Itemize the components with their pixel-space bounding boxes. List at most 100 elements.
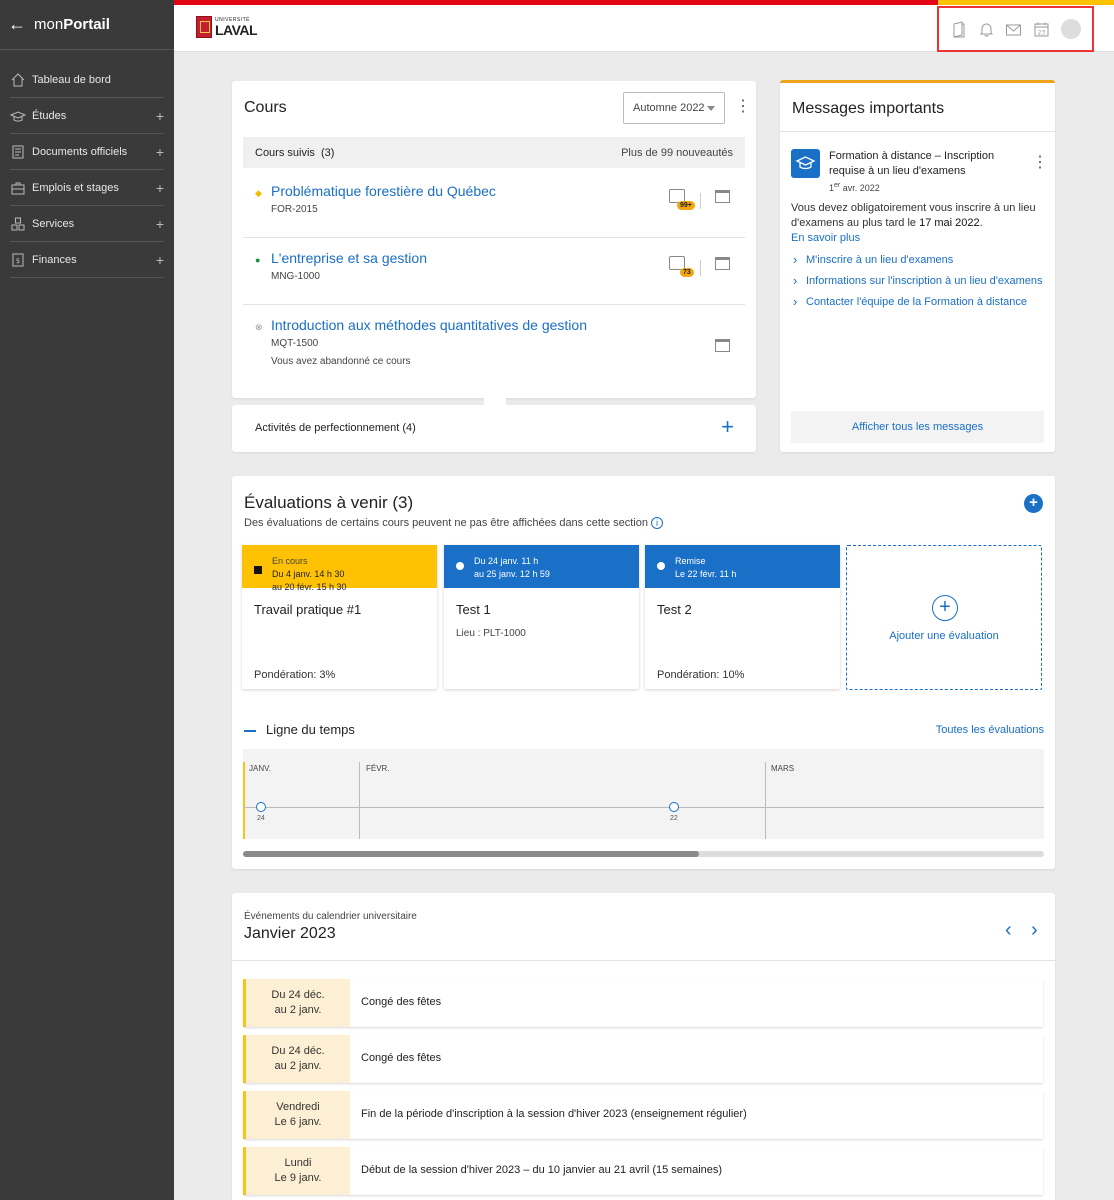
timeline-day: 22 bbox=[670, 815, 678, 822]
view-all-messages-button[interactable]: Afficher tous les messages bbox=[791, 411, 1044, 443]
event-date-line2: au 2 janv. bbox=[274, 1004, 322, 1016]
course-row: ⊗ Introduction aux méthodes quantitative… bbox=[243, 305, 745, 397]
timeline-scrollbar[interactable] bbox=[243, 851, 1044, 857]
evaluation-date-start: Du 24 janv. 11 h bbox=[474, 556, 539, 566]
timeline-point[interactable] bbox=[256, 802, 266, 812]
portal-brand[interactable]: monPortail bbox=[34, 16, 110, 33]
finance-icon: $ bbox=[12, 253, 24, 266]
graduation-cap-icon bbox=[791, 149, 820, 178]
evaluation-weight: Pondération: 10% bbox=[657, 669, 745, 681]
university-logo[interactable]: UNIVERSITÉ LAVAL bbox=[196, 16, 258, 38]
evaluation-name: Test 2 bbox=[657, 602, 692, 617]
expand-icon[interactable]: + bbox=[156, 252, 164, 268]
bell-icon[interactable] bbox=[978, 21, 995, 38]
month-divider bbox=[359, 762, 360, 839]
event-text: Congé des fêtes bbox=[361, 1052, 442, 1064]
course-code: MNG-1000 bbox=[271, 271, 320, 282]
all-evaluations-link[interactable]: Toutes les évaluations bbox=[936, 724, 1044, 736]
calendar-event[interactable]: Du 24 déc. au 2 janv. Congé des fêtes bbox=[243, 1035, 1043, 1083]
calendar-icon[interactable]: 23 bbox=[1033, 21, 1050, 38]
sidebar-item-label: Emplois et stages bbox=[32, 181, 119, 194]
calendar-icon[interactable] bbox=[715, 339, 730, 352]
link-exam-info[interactable]: Informations sur l'inscription à un lieu… bbox=[791, 273, 1046, 289]
link-register-exam[interactable]: M'inscrire à un lieu d'examens bbox=[791, 252, 1046, 268]
evaluations-subtitle: Des évaluations de certains cours peuven… bbox=[244, 517, 663, 529]
calendar-event[interactable]: Vendredi Le 6 janv. Fin de la période d'i… bbox=[243, 1091, 1043, 1139]
evaluation-card[interactable]: Du 24 janv. 11 h au 25 janv. 12 h 59 Tes… bbox=[444, 545, 639, 689]
more-options-icon[interactable]: ⋮ bbox=[735, 99, 751, 115]
activities-card[interactable]: Activités de perfectionnement (4) + bbox=[232, 405, 756, 452]
calendar-icon[interactable] bbox=[715, 190, 730, 203]
timeline-title[interactable]: Ligne du temps bbox=[244, 722, 355, 737]
activities-label: Activités de perfectionnement (4) bbox=[255, 422, 416, 434]
course-link[interactable]: Introduction aux méthodes quantitatives … bbox=[271, 317, 587, 333]
learn-more-link[interactable]: En savoir plus bbox=[791, 232, 860, 244]
shield-icon bbox=[196, 16, 212, 38]
sidebar-item-services[interactable]: Services + bbox=[10, 206, 164, 242]
news-count: Plus de 99 nouveautés bbox=[621, 147, 733, 159]
add-evaluation-button[interactable]: + Ajouter une évaluation bbox=[846, 545, 1042, 690]
home-icon bbox=[11, 72, 25, 86]
expand-icon[interactable]: + bbox=[156, 216, 164, 232]
event-date: Du 24 déc. au 2 janv. bbox=[243, 1035, 350, 1083]
course-link[interactable]: Problématique forestière du Québec bbox=[271, 183, 496, 199]
back-arrow-icon[interactable]: ← bbox=[8, 14, 30, 35]
add-icon[interactable]: + bbox=[721, 416, 734, 438]
expand-icon[interactable]: + bbox=[156, 180, 164, 196]
calendar-event[interactable]: Lundi Le 9 janv. Début de la session d'hi… bbox=[243, 1147, 1043, 1195]
timeline: JANV. FÉVR. MARS 24 22 bbox=[243, 749, 1044, 839]
evaluations-title: Évaluations à venir (3) bbox=[244, 493, 414, 512]
expand-icon[interactable]: + bbox=[156, 144, 164, 160]
timeline-point[interactable] bbox=[669, 802, 679, 812]
sidebar-item-tableau-de-bord[interactable]: Tableau de bord bbox=[10, 62, 164, 98]
sidebar-nav: Tableau de bord Études + Documents offic… bbox=[0, 62, 174, 278]
expand-icon[interactable]: + bbox=[156, 108, 164, 124]
evaluation-location: Lieu : PLT-1000 bbox=[456, 628, 526, 639]
more-options-icon[interactable]: ⋮ bbox=[1032, 155, 1048, 171]
add-evaluation-icon[interactable]: + bbox=[1024, 494, 1043, 513]
followed-label: Cours suivis bbox=[255, 147, 315, 159]
session-select[interactable]: Automne 2022 bbox=[623, 92, 725, 124]
book-icon[interactable] bbox=[950, 20, 967, 38]
top-icons-group: 23 bbox=[937, 6, 1094, 52]
divider bbox=[232, 960, 1055, 961]
month-label: JANV. bbox=[249, 764, 271, 773]
logo-text: UNIVERSITÉ LAVAL bbox=[215, 17, 258, 38]
news-badge: 73 bbox=[680, 268, 694, 277]
calendar-event[interactable]: Du 24 déc. au 2 janv. Congé des fêtes bbox=[243, 979, 1043, 1027]
evaluation-date: Le 22 févr. 11 h bbox=[675, 569, 737, 579]
chevron-right-icon[interactable]: › bbox=[1031, 919, 1038, 942]
event-date-line2: Le 9 janv. bbox=[274, 1172, 322, 1184]
chevron-left-icon[interactable]: ‹ bbox=[1005, 919, 1012, 942]
add-evaluation-label: Ajouter une évaluation bbox=[889, 630, 999, 642]
mail-icon[interactable] bbox=[1005, 21, 1022, 38]
info-icon[interactable]: i bbox=[651, 517, 663, 529]
sidebar-item-finances[interactable]: $ Finances + bbox=[10, 242, 164, 278]
calendar-icon[interactable] bbox=[715, 257, 730, 270]
evaluation-weight: Pondération: 3% bbox=[254, 669, 336, 681]
logo-big-text: LAVAL bbox=[215, 21, 258, 38]
event-date: Vendredi Le 6 janv. bbox=[243, 1091, 350, 1139]
event-text: Début de la session d'hiver 2023 – du 10… bbox=[361, 1164, 723, 1176]
sidebar-item-emplois-et-stages[interactable]: Emplois et stages + bbox=[10, 170, 164, 206]
evaluation-date-end: au 20 févr. 15 h 30 bbox=[272, 582, 347, 592]
evaluation-card[interactable]: Remise Le 22 févr. 11 h Test 2 Pondérati… bbox=[645, 545, 840, 689]
avatar[interactable] bbox=[1060, 19, 1081, 39]
sidebar: ← monPortail Tableau de bord Études + Do… bbox=[0, 0, 174, 1200]
sidebar-item-documents-officiels[interactable]: Documents officiels + bbox=[10, 134, 164, 170]
evaluation-card[interactable]: En cours Du 4 janv. 14 h 30 au 20 févr. … bbox=[242, 545, 437, 689]
message-links: M'inscrire à un lieu d'examens Informati… bbox=[791, 252, 1046, 316]
link-contact-team[interactable]: Contacter l'équipe de la Formation à dis… bbox=[791, 294, 1046, 310]
scrollbar-thumb[interactable] bbox=[243, 851, 699, 857]
body-deadline: 17 mai 2022 bbox=[919, 217, 980, 229]
evaluation-header: Du 24 janv. 11 h au 25 janv. 12 h 59 bbox=[444, 545, 639, 588]
graduation-cap-icon bbox=[10, 110, 26, 122]
course-code: MQT-1500 bbox=[271, 338, 319, 349]
event-date-line2: Le 6 janv. bbox=[274, 1116, 322, 1128]
sidebar-item-etudes[interactable]: Études + bbox=[10, 98, 164, 134]
course-link[interactable]: L'entreprise et sa gestion bbox=[271, 250, 427, 266]
message-body: Vous devez obligatoirement vous inscrire… bbox=[791, 201, 1046, 246]
brand-prefix: mon bbox=[34, 16, 64, 33]
messages-card: Messages importants Formation à distance… bbox=[780, 80, 1055, 452]
sidebar-item-label: Tableau de bord bbox=[32, 73, 111, 86]
